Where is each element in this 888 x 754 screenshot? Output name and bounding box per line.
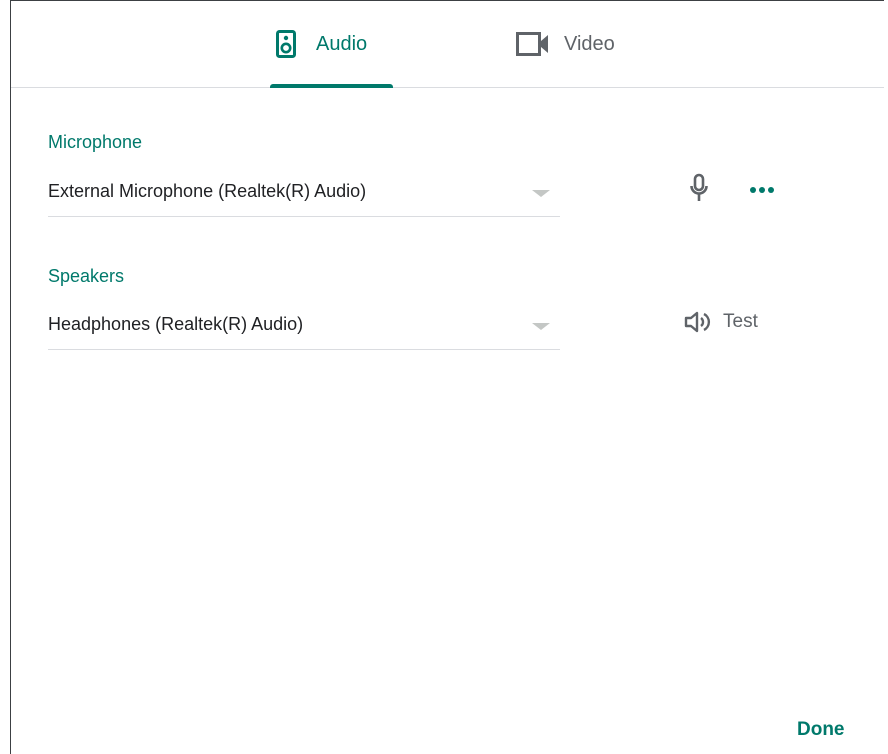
tab-audio[interactable]: Audio bbox=[270, 1, 393, 87]
volume-icon bbox=[683, 310, 711, 334]
microphone-select-value: External Microphone (Realtek(R) Audio) bbox=[48, 181, 367, 201]
microphone-label: Microphone bbox=[48, 132, 143, 152]
tab-audio-label: Audio bbox=[316, 32, 368, 55]
tab-video[interactable]: Video bbox=[516, 1, 656, 87]
audio-settings-dialog: Audio Video Microphone External Micropho… bbox=[10, 0, 884, 754]
done-button[interactable]: Done bbox=[797, 719, 845, 741]
test-speakers-label: Test bbox=[723, 311, 758, 332]
speakers-select-value: Headphones (Realtek(R) Audio) bbox=[48, 314, 304, 334]
microphone-select[interactable]: External Microphone (Realtek(R) Audio) bbox=[48, 173, 560, 217]
microphone-more-options-button[interactable] bbox=[745, 177, 779, 203]
speaker-icon bbox=[276, 30, 296, 58]
dropdown-arrow-icon bbox=[532, 323, 550, 330]
active-tab-indicator bbox=[270, 84, 393, 88]
dropdown-arrow-icon bbox=[532, 190, 550, 197]
microphone-level-button[interactable] bbox=[683, 173, 715, 207]
more-horizontal-icon bbox=[749, 181, 775, 199]
videocam-icon bbox=[516, 32, 550, 56]
settings-tab-bar: Audio Video bbox=[11, 1, 884, 88]
speakers-label: Speakers bbox=[48, 266, 125, 286]
tab-video-label: Video bbox=[564, 32, 615, 55]
speakers-select[interactable]: Headphones (Realtek(R) Audio) bbox=[48, 306, 560, 350]
test-speakers-button[interactable]: Test bbox=[683, 307, 758, 337]
microphone-icon bbox=[689, 173, 709, 208]
